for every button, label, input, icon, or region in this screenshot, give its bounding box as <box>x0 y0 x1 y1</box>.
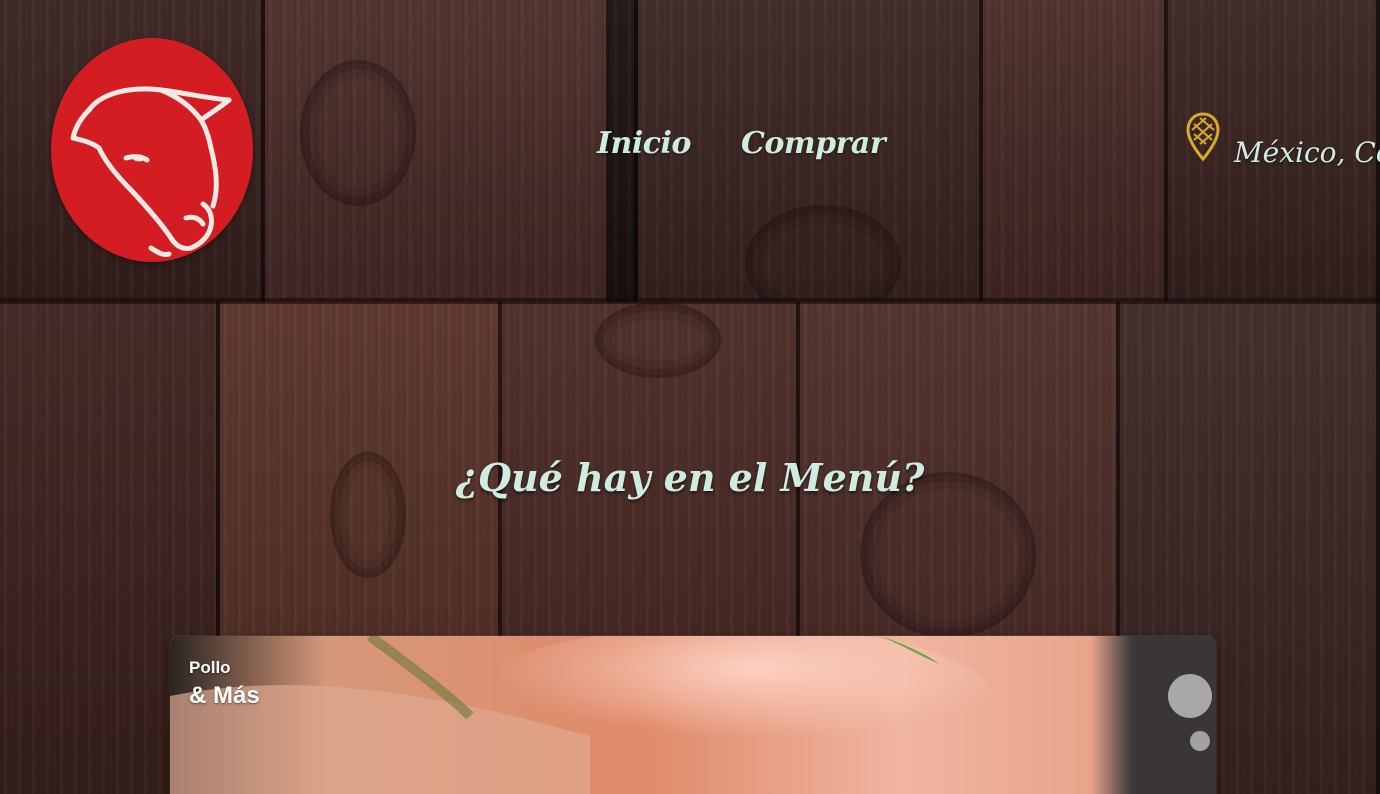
card-label-bottom: & Más <box>189 682 260 709</box>
nav-inicio-link[interactable]: Inicio <box>597 126 691 161</box>
bull-head-icon <box>70 86 232 257</box>
chicken-photo <box>170 636 1216 794</box>
nav-comprar-link[interactable]: Comprar <box>741 126 886 161</box>
brand-logo[interactable] <box>51 38 253 262</box>
card-label-top: Pollo <box>189 658 231 677</box>
location-selector[interactable]: México, Coah <box>1186 112 1380 172</box>
menu-heading: ¿Qué hay en el Menú? <box>455 455 925 501</box>
panel-seam <box>0 298 1380 304</box>
location-text: México, Coah <box>1234 136 1380 169</box>
menu-card-pollo[interactable]: Pollo & Más <box>170 636 1216 794</box>
map-pin-icon <box>1186 112 1220 162</box>
